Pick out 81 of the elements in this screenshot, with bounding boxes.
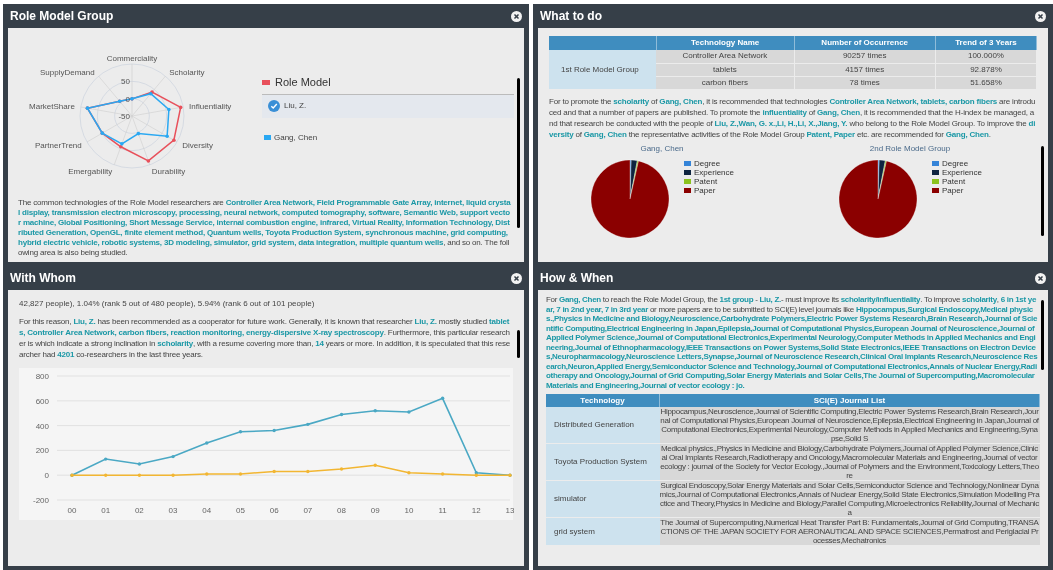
tick-label: 10 [404,506,414,515]
technologies-paragraph: The common technologies of the Role Model researchers are Controller Area Network, Field Programmable Gate Array, internet, liquid crystal display, transmission electron microscopy, processing, neural network, computed tomography, software, Semantic Web, support vector machine, Global Positioning, Short Message Service, internal combustion engine, infrared, Virtual Reality, Information Technology, Distributed Generation, OpenGL, finite element method, Quantum wells, Toyota Production System, synchronous machine, grid computing, hybrid electric vehicle, robotic systems, 3D modeling, simulator, grid system, data integration, multiple quantum wells, and so on. The following area is also being studied. [18,198,512,258]
panel-title: How & When [540,270,614,287]
table-cell: Controller Area Network [656,50,794,63]
tick-label: 06 [269,506,279,515]
tick-label: 400 [35,421,49,431]
table-cell: Distributed Generation [546,407,660,444]
tick-label: 50 [121,77,130,87]
legend-label: Paper [942,185,964,195]
scrollbar[interactable] [1041,146,1044,236]
close-icon[interactable] [1035,272,1046,284]
tick-label: 0 [44,471,49,481]
close-icon[interactable] [1035,10,1046,22]
axis-label: Commerciality [106,54,158,63]
tick-label: 200 [35,446,49,456]
table-cell: Hippocampus,Neuroscience,Journal of Scientific Computing,Electric Power Systems Research,Brain Research,Journal of Computational Physics,European Journal of Neuroscience,Epilepsia,Electrical Engineering in Japan,Journal of Computational Electronics,Experimental Neurology,Computer Methods in Applied Mechanics and Engineering,Synapse,Solid S [659,407,1040,444]
legend-label: Liu, Z. [284,100,307,112]
table-cell: 90257 times [794,50,936,63]
axis-label: Diversity [182,141,213,150]
legend-item[interactable]: Liu, Z. [262,93,514,118]
axis-label: Scholarity [169,67,205,77]
tick-label: 12 [471,506,481,515]
table-cell: grid system [546,517,660,546]
legend-label: Patent [694,176,718,186]
table-cell: simulator [546,480,660,518]
scrollbar[interactable] [517,78,520,228]
tick-label: 11 [438,506,447,515]
legend-label: Paper [694,185,716,195]
table-header: Trend of 3 Years [935,36,1037,50]
scrollbar[interactable] [517,330,520,358]
tick-label: 02 [134,506,144,515]
table-cell: The Journal of Supercomputing,Numerical Heat Transfer Part B: Fundamentals,Journal of Grid Computing,TRANSACTIONS OF THE JAPAN SOCIETY FOR AERONAUTICAL AND SPACE SCIENCES,Permafrost and Periglacial Processes,Mechatronics [659,517,1040,546]
axis-label: PartnerTrend [34,141,82,150]
close-icon[interactable] [511,10,522,22]
tick-label: 04 [202,506,212,515]
panel-title: With Whom [10,270,76,287]
axis-label: MarketShare [29,101,75,111]
tick-label: 07 [303,506,313,515]
chart-title: Gang, Chen [640,142,684,155]
panel-title: What to do [540,8,602,25]
legend-title: Role Model [275,75,331,90]
tick-label: -200 [33,496,49,505]
legend-label: Patent [942,176,966,186]
panel-title: Role Model Group [10,8,114,25]
legend-label: Experience [942,167,982,177]
legend-label: Experience [694,167,734,177]
ranking-summary: 42,827 people), 1.04% (rank 5 out of 480 people), 5.94% (rank 6 out of 101 people) [19,298,316,310]
journal-paragraph: For Gang, Chen to reach the Role Model Group, the 1st group - Liu, Z.- must improve its scholarity/influentiality. To improve scholarity, 6 in 1st year, 7 in 2nd year, 7 in 3rd year or more papers are to be submitted to SCI(E) level journals like Hippocampus,Surgical Endoscopy,Medical physics.,Physics in Medicine and Biology,Neuroscience,Carbohydrate Polymers,Electric Power Systems Research,Brain Research,Journal of Scientific Computing,Electrical Engineering in Japan,Epilepsia,Journal of Computational Physics,European Journal of Neuroscience,Journal of Applied Polymer Science,Journal of Computational Electronics,Experimental Neurology,Computer Methods in Applied Mechanics and Engineering,Journal of Ethnopharmacology,IEEE Transactions on Power Systems,Solid State Electronics,IEEE Transactions on Electron Devices,Neuropharmacology,Neuroscience Letters,Synapse,Journal of Neuroscience Research,Clinical Oral Implants Research,Neuroscience Research,Neuron,Applied Energy,Semiconductor Science and Technology,Journal of Computational Electronics,Annals of Nuclear Energy,Radiotherapy and Oncology,Journal of Grid Computing,Solar Energy Materials and Solar Cells,The Journal of Supercomputing,Macromolecular Materials and Engineering,Journal of vector ecology : jo. [546,295,1038,390]
table-cell: Medical physics.,Physics in Medicine and Biology,Carbohydrate Polymers,Journal of Applied Polymer Science,Clinical Oral Implants Research,Radiotherapy and Oncology,Macromolecular Materials and Engineering,Journal of vector ecology : journal of the Society for Vector Ecology.,Journal of Polymers and the Environment,Toxicology Letters,Theore [659,443,1040,481]
cooperator-paragraph: For this reason, Liu, Z. has been recommended as a cooperator for future work. Generally, it is known that researcher Liu, Z. mostly studied tablets, Controller Area Network, carbon fibers, reaction monitoring, energy-dispersive X-ray spectroscopy. Furthermore, this particular researcher is which indicate a strong inclination in scholarity, with a resume covering more than, 14 years or more. In addition, it is speculated that this researcher had 4201 co-researchers in the last three years. [19,316,512,360]
table-cell: 100.000% [935,50,1037,63]
scrollbar[interactable] [1041,300,1044,370]
tick-label: 0 [125,94,130,104]
chart-title: 2nd Role Model Group [869,142,951,155]
tick-label: -50 [118,112,130,121]
axis-label: Durability [151,166,186,176]
legend-label: Gang, Chen [274,131,318,144]
axis-label: Emergability [68,166,113,176]
table-header: SCI(E) Journal List [659,394,1040,407]
tick-label: 05 [236,506,245,515]
tick-label: 00 [67,506,77,515]
close-icon[interactable] [511,272,522,284]
recommendation-paragraph: For to promote the scholarity of Gang, Chen, it is recommended that technologies Controller Area Network, tablets, carbon fibers are introduced and that a number of papers are published. To promote the influentiality of Gang, Chen, it is recommended that the H-index be managed, and that research be conducted with the people of Liu, Z.,Wan, G. x.,Li, H.,Li, X.,Jiang, Y. who belong to the Role Model Group. To improve the diversity of Gang, Chen the representative activities of the Role Model Group Patent, Paper etc. are recommended for Gang, Chen. [549,95,1036,140]
tick-label: 600 [35,396,49,406]
tick-label: 03 [168,506,178,515]
table-header: Technology Name [656,36,794,50]
legend-label: Degree [694,158,721,168]
check-icon[interactable] [268,100,280,112]
tick-label: 09 [370,506,380,515]
table-header: Number of Occurrence [794,36,936,50]
axis-label: SupplyDemand [40,67,95,77]
table-cell: Toyota Production System [546,443,660,481]
table-cell: Surgical Endoscopy,Solar Energy Materials and Solar Cells,Semiconductor Science and Technology,Nonlinear Dynamics,Journal of Computational Electronics,Annals of Nuclear Energy,Solid State Electronics,Simulation Modelling Practice and Theory,Physics in Medicine and Biology,Parallel Computing,Microelectronics Reliability,Journal of Mechanica [659,480,1040,518]
tick-label: 13 [505,506,514,515]
table-header: Technology [546,394,660,407]
legend-label: Degree [942,158,969,168]
tick-label: 01 [101,506,111,515]
tick-label: 08 [337,506,346,515]
tick-label: 800 [35,372,49,381]
table-cell: 1st Role Model Group [549,50,657,89]
axis-label: Influentiality [189,101,232,111]
